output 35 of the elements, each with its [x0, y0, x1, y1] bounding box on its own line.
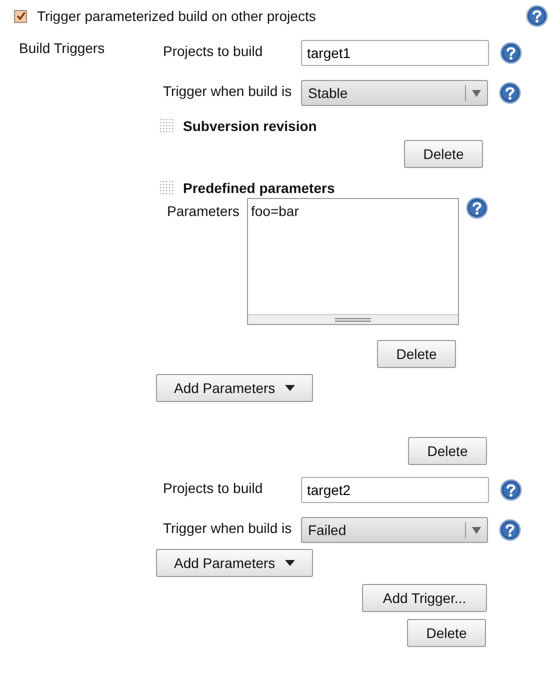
add-trigger-button[interactable]: Add Trigger...: [362, 584, 487, 612]
help-icon[interactable]: [500, 42, 522, 64]
caret-icon: [285, 385, 296, 391]
delete-button[interactable]: Delete: [404, 140, 483, 168]
dropdown-arrow-icon: [472, 90, 481, 96]
field-label: Projects to build: [163, 479, 264, 496]
parameters-textarea[interactable]: foo=bar: [247, 198, 459, 325]
help-icon[interactable]: [500, 479, 522, 501]
section-label: Build Triggers: [19, 40, 105, 56]
help-icon[interactable]: [499, 82, 521, 104]
add-parameters-button[interactable]: Add Parameters: [156, 374, 313, 402]
field-label: Parameters: [166, 202, 240, 219]
help-icon[interactable]: [466, 197, 488, 219]
help-icon[interactable]: [526, 5, 548, 27]
trigger-dropdown[interactable]: Stable: [301, 80, 488, 106]
field-label: Trigger when build is: [163, 82, 293, 99]
field-label: Projects to build: [163, 42, 264, 59]
checkbox[interactable]: [14, 10, 27, 22]
delete-button[interactable]: Delete: [408, 437, 487, 465]
delete-button[interactable]: Delete: [377, 340, 456, 368]
resize-handle-icon[interactable]: [335, 318, 371, 322]
project-input[interactable]: target1: [301, 40, 489, 66]
project-input[interactable]: target2: [301, 477, 489, 503]
help-icon[interactable]: [499, 519, 521, 541]
checkbox-label: Trigger parameterized build on other projects: [37, 8, 316, 24]
drag-handle-icon[interactable]: [159, 118, 175, 134]
parameter-title: Subversion revision: [183, 118, 317, 134]
drag-handle-icon[interactable]: [159, 180, 175, 196]
field-label: Trigger when build is: [163, 519, 293, 536]
dropdown-arrow-icon: [472, 526, 481, 534]
parameter-title: Predefined parameters: [183, 180, 335, 196]
delete-button[interactable]: Delete: [407, 619, 486, 647]
trigger-dropdown[interactable]: Failed: [301, 517, 488, 543]
caret-icon: [285, 560, 296, 566]
add-parameters-button[interactable]: Add Parameters: [156, 549, 313, 577]
